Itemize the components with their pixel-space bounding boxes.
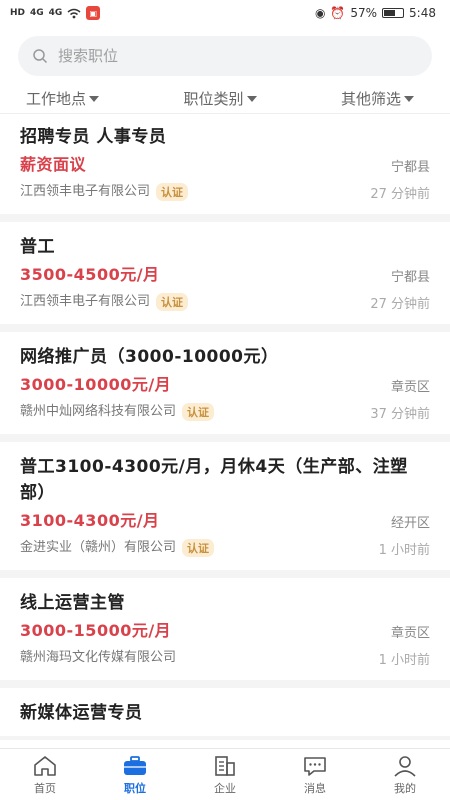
alarm-icon: ⏰ [330,6,346,20]
job-time: 1 小时前 [378,652,430,668]
search-bar[interactable] [18,36,432,76]
job-salary: 3500-4500元/月 [20,265,160,284]
job-location: 章贡区 [390,379,430,395]
wifi-icon [67,8,81,18]
verified-badge: 认证 [156,293,189,311]
job-card[interactable]: 普工 3500-4500元/月 宁都县 江西领丰电子有限公司 认证 27 分钟前 [0,222,450,332]
job-card[interactable]: 网络推广员（3000-10000元） 3000-10000元/月 章贡区 赣州中灿… [0,332,450,442]
status-left: HD 4G 4G ▣ [10,6,101,20]
job-title: 网络推广员（3000-10000元） [20,347,279,367]
dropdown-arrow-icon [403,95,414,102]
eye-icon: ◉ [314,6,326,20]
job-salary: 3100-4300元/月 [20,511,160,530]
message-icon [304,756,326,776]
job-company: 赣州中灿网络科技有限公司 [20,404,177,419]
app-notification-icon: ▣ [86,6,101,20]
tab-label: 我的 [394,781,416,795]
filter-location[interactable]: 工作地点 [26,88,100,109]
tab-label: 消息 [304,781,326,795]
job-salary: 薪资面议 [20,155,87,174]
building-icon [215,755,235,776]
filter-label: 工作地点 [26,90,87,108]
tab-jobs[interactable]: 职位 [90,749,180,800]
job-title: 新媒体运营专员 [20,703,143,723]
job-company: 金进实业（赣州）有限公司 [20,540,177,555]
job-time: 27 分钟前 [370,296,430,312]
job-company: 赣州海玛文化传媒有限公司 [20,650,177,665]
dropdown-arrow-icon [246,95,257,102]
job-company: 江西领丰电子有限公司 [20,294,151,309]
job-time: 1 小时前 [378,542,430,558]
dropdown-arrow-icon [89,95,100,102]
filter-label: 其他筛选 [340,90,401,108]
signal-icon-1: 4G [30,8,44,18]
search-wrap [0,26,450,76]
job-location: 章贡区 [390,625,430,641]
tab-home[interactable]: 首页 [0,749,90,800]
job-time: 37 分钟前 [370,406,430,422]
home-icon [34,755,56,776]
battery-text: 57% [350,6,378,20]
job-list[interactable]: 招聘专员 人事专员 薪资面议 宁都县 江西领丰电子有限公司 认证 27 分钟前 普工 … [0,112,450,740]
job-card[interactable]: 招聘专员 人事专员 薪资面议 宁都县 江西领丰电子有限公司 认证 27 分钟前 [0,112,450,222]
search-input[interactable] [58,47,418,65]
search-icon [33,49,48,64]
briefcase-icon [124,755,146,775]
tab-messages[interactable]: 消息 [270,749,360,800]
tab-label: 企业 [214,781,236,795]
job-card[interactable]: 线上运营主管 3000-15000元/月 章贡区 赣州海玛文化传媒有限公司 1 小时… [0,578,450,688]
bottom-tab-bar: 首页 职位 企业 消息 我的 [0,748,450,800]
tab-companies[interactable]: 企业 [180,749,270,800]
user-icon [394,755,416,777]
job-salary: 3000-10000元/月 [20,375,172,394]
filter-label: 职位类别 [183,90,244,108]
job-title: 线上运营主管 [20,593,125,613]
verified-badge: 认证 [182,403,215,421]
verified-badge: 认证 [156,183,189,201]
job-title: 招聘专员 人事专员 [20,127,167,147]
job-salary: 3000-15000元/月 [20,621,172,640]
job-time: 27 分钟前 [370,186,430,202]
job-title: 普工 [20,237,55,257]
tab-profile[interactable]: 我的 [360,749,450,800]
job-location: 经开区 [390,515,430,531]
job-company: 江西领丰电子有限公司 [20,184,151,199]
battery-icon [382,8,405,18]
tab-label: 首页 [34,781,56,795]
filter-other[interactable]: 其他筛选 [341,88,414,109]
job-title: 普工3100-4300元/月，月休4天（生产部、注塑部） [20,457,408,503]
status-right: ◉ ⏰ 57% 5:48 [315,6,436,20]
filter-category[interactable]: 职位类别 [183,88,257,109]
tab-label: 职位 [124,781,146,795]
job-card[interactable]: 普工3100-4300元/月，月休4天（生产部、注塑部） 3100-4300元/… [0,442,450,578]
clock: 5:48 [409,6,436,20]
status-bar: HD 4G 4G ▣ ◉ ⏰ 57% 5:48 [0,0,450,26]
job-location: 宁都县 [390,159,430,175]
verified-badge: 认证 [182,539,215,557]
signal-icon-2: 4G [48,8,63,18]
hd-indicator: HD [10,8,26,18]
job-location: 宁都县 [390,269,430,285]
job-card[interactable]: 新媒体运营专员 [0,688,450,740]
filter-bar: 工作地点 职位类别 其他筛选 [0,84,450,114]
